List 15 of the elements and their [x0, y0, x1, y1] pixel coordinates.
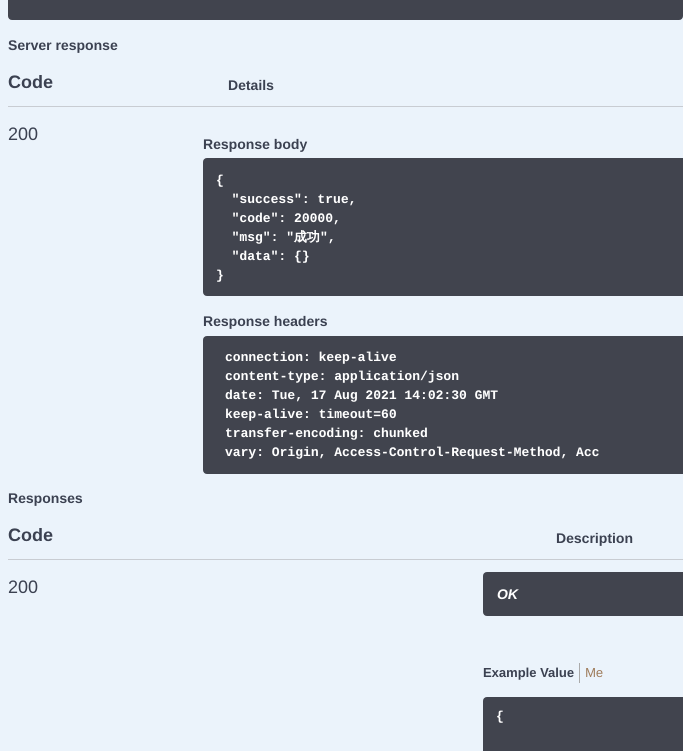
description-text: OK [497, 584, 518, 604]
column-header: Details [228, 76, 274, 95]
column-header: Description [556, 529, 634, 548]
section-label: Response headers [203, 312, 328, 329]
status-code: 200 [8, 123, 40, 146]
column-header: Code [8, 524, 54, 547]
column-header: Code [8, 71, 54, 94]
code-text: connection: keep-alive content-type: application/json date: Tue, 17 Aug 2021 14:02:30 GMT keep-alive: timeout=60 transfer-encoding: chunked vary: Origin, Access-Control-Request-Method, Acc [225, 349, 600, 462]
section-label: Response body [203, 135, 308, 152]
section-title: Server response [8, 36, 119, 53]
section-title: Responses [8, 489, 84, 506]
code-text: { [496, 708, 505, 726]
code-text: { "success": true, "code": 20000, "msg": "成功", "data": {} } [216, 172, 358, 285]
status-code: 200 [8, 576, 40, 599]
example-tab[interactable]: Example Value [483, 663, 580, 683]
